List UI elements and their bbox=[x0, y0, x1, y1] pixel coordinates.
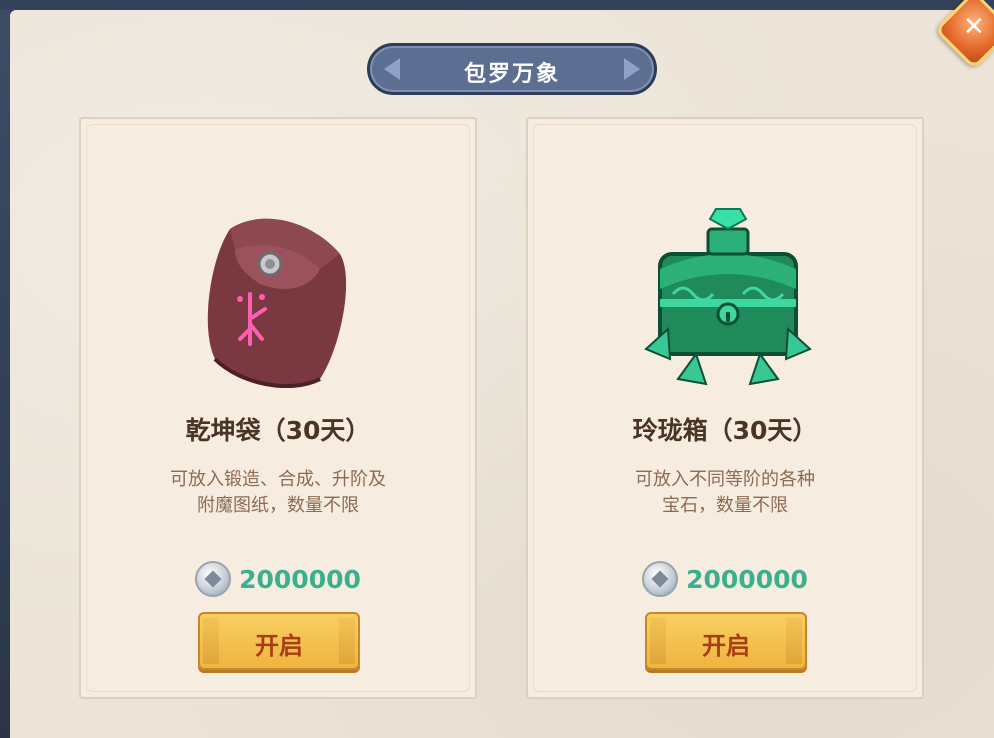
item-description-line: 附魔图纸，数量不限 bbox=[197, 495, 359, 516]
item-description-line: 可放入不同等阶的各种 bbox=[635, 469, 815, 490]
price-row: 2000000 bbox=[528, 559, 922, 599]
open-button[interactable]: 开启 bbox=[645, 612, 807, 670]
pouch-icon bbox=[207, 218, 347, 388]
silver-coin-icon bbox=[195, 561, 232, 597]
close-icon: ✕ bbox=[963, 12, 985, 43]
item-card-chest: 玲珑箱（30天） 可放入不同等阶的各种 宝石，数量不限 2000000 开启 bbox=[526, 117, 924, 699]
item-name: 乾坤袋（30天） bbox=[185, 416, 371, 445]
price-value: 2000000 bbox=[239, 564, 361, 594]
panel-title: 包罗万象 bbox=[463, 62, 560, 87]
open-button[interactable]: 开启 bbox=[198, 612, 360, 670]
item-name: 玲珑箱（30天） bbox=[632, 416, 818, 445]
price-row: 2000000 bbox=[81, 559, 475, 599]
jade-chest-icon bbox=[644, 208, 812, 386]
item-description-line: 可放入锻造、合成、升阶及 bbox=[170, 469, 386, 490]
price-value: 2000000 bbox=[686, 564, 808, 594]
item-description: 可放入不同等阶的各种 宝石，数量不限 bbox=[568, 467, 882, 519]
storage-panel: ✕ 包罗万象 乾坤袋（30天） 可放入锻造、合成、升阶及 附魔图纸，数量不限 2… bbox=[10, 0, 994, 738]
close-button[interactable]: ✕ bbox=[934, 0, 994, 70]
item-description-line: 宝石，数量不限 bbox=[662, 495, 788, 516]
item-card-pouch: 乾坤袋（30天） 可放入锻造、合成、升阶及 附魔图纸，数量不限 2000000 … bbox=[79, 117, 477, 699]
open-button-label: 开启 bbox=[255, 632, 303, 660]
background-top bbox=[0, 0, 994, 10]
item-description: 可放入锻造、合成、升阶及 附魔图纸，数量不限 bbox=[121, 467, 435, 519]
open-button-label: 开启 bbox=[702, 632, 750, 660]
silver-coin-icon bbox=[642, 561, 679, 597]
title-banner: 包罗万象 bbox=[367, 43, 657, 95]
background-edge bbox=[0, 0, 10, 738]
